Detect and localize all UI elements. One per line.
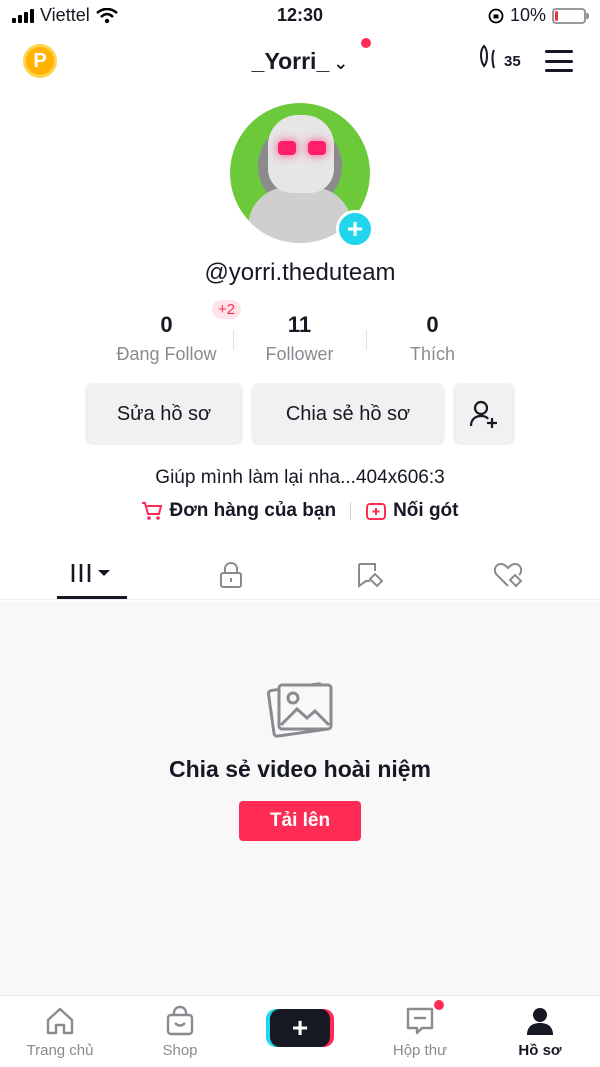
nav-home[interactable]: Trang chủ — [10, 1004, 110, 1059]
profile-handle: @yorri.theduteam — [204, 259, 396, 286]
bottom-nav: Trang chủ Shop + Hộp thư Hồ sơ — [0, 995, 600, 1067]
inbox-notification-dot — [434, 1000, 444, 1010]
share-profile-button[interactable]: Chia sẻ hồ sơ — [251, 383, 445, 445]
create-button[interactable]: + — [270, 1009, 330, 1047]
orders-link[interactable]: Đơn hàng của bạn — [141, 500, 336, 522]
liked-heart-icon — [493, 562, 523, 587]
following-stat[interactable]: 0 Đang Follow — [100, 312, 233, 365]
likes-label: Thích — [409, 344, 456, 364]
profile-header: P _Yorri_ ⌄ 35 — [0, 38, 600, 86]
heel-link[interactable]: Nối gót — [365, 500, 459, 522]
repost-icon — [358, 562, 384, 588]
status-bar: Viettel 12:30 10% — [0, 0, 600, 32]
profile-links: Đơn hàng của bạn Nối gót — [0, 500, 600, 522]
nav-profile[interactable]: Hồ sơ — [490, 1004, 590, 1059]
menu-button[interactable] — [545, 50, 573, 72]
add-avatar-icon[interactable]: + — [336, 210, 374, 248]
nav-home-label: Trang chủ — [26, 1042, 94, 1059]
footprint-icon — [480, 44, 495, 69]
footprint-count: 35 — [504, 53, 521, 70]
following-count: 0 — [160, 312, 173, 337]
videos-panel: Chia sẻ video hoài niệm Tải lên — [0, 601, 600, 995]
tab-reposts[interactable] — [335, 550, 405, 599]
chevron-down-icon: ⌄ — [333, 53, 349, 73]
image-placeholder-icon — [267, 682, 333, 738]
tab-videos[interactable] — [57, 550, 127, 599]
content-tabs — [0, 550, 600, 600]
likes-stat[interactable]: 0 Thích — [366, 312, 499, 365]
add-user-icon — [469, 400, 497, 428]
nav-inbox[interactable]: Hộp thư — [370, 1004, 470, 1059]
following-label: Đang Follow — [116, 344, 217, 364]
add-box-icon — [366, 503, 387, 520]
tab-liked[interactable] — [473, 550, 543, 599]
battery-percent: 10% — [509, 5, 546, 25]
inbox-icon — [406, 1007, 434, 1035]
upload-button[interactable]: Tải lên — [239, 801, 361, 841]
followers-label: Follower — [265, 344, 334, 364]
username: _Yorri_ — [251, 48, 330, 74]
followers-count: 11 — [287, 312, 312, 337]
profile-icon — [527, 1008, 553, 1035]
nav-profile-label: Hồ sơ — [518, 1042, 562, 1059]
battery-icon — [552, 7, 589, 24]
empty-state-title: Chia sẻ video hoài niệm — [168, 756, 432, 782]
followers-stat[interactable]: 11 Follower — [233, 312, 366, 365]
tab-private[interactable] — [196, 550, 266, 599]
shopping-bag-icon — [166, 1005, 194, 1036]
heel-label: Nối gót — [393, 500, 459, 521]
lock-icon — [220, 561, 242, 588]
cart-icon — [142, 502, 163, 520]
home-icon — [46, 1007, 74, 1035]
followers-delta-badge: +2 — [212, 300, 242, 319]
grid-icon — [71, 564, 110, 582]
battery-area: 10% — [488, 5, 589, 26]
add-friend-button[interactable] — [453, 383, 515, 445]
nav-shop[interactable]: Shop — [130, 1004, 230, 1059]
nav-inbox-label: Hộp thư — [392, 1042, 448, 1059]
profile-bio[interactable]: Giúp mình làm lại nha...404x606:3 — [0, 467, 600, 489]
orientation-lock-icon — [488, 8, 504, 23]
notification-dot — [361, 38, 371, 48]
edit-profile-button[interactable]: Sửa hồ sơ — [85, 383, 243, 445]
profile-stats: 0 Đang Follow 11 Follower 0 Thích — [100, 312, 500, 372]
plus-icon: + — [291, 1012, 309, 1043]
likes-count: 0 — [426, 312, 439, 337]
footprint-button[interactable]: 35 — [480, 44, 521, 70]
orders-label: Đơn hàng của bạn — [169, 500, 337, 521]
nav-shop-label: Shop — [162, 1042, 198, 1059]
